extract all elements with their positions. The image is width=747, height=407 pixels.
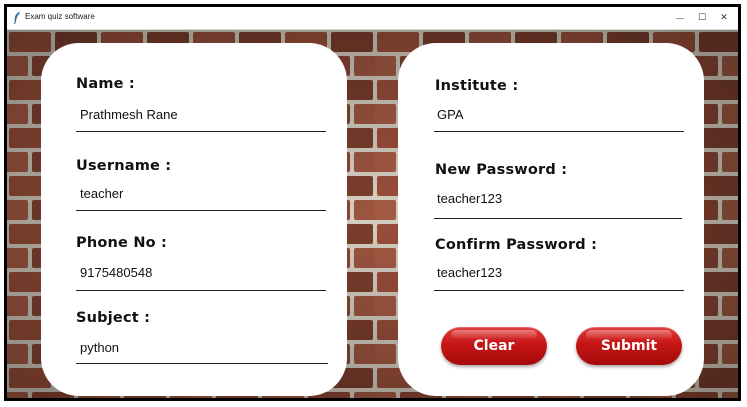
title-bar[interactable]: Exam quiz software — ☐ ✕ bbox=[7, 7, 738, 30]
subject-field[interactable]: python bbox=[80, 340, 119, 355]
name-label: Name : bbox=[76, 76, 135, 92]
new-password-underline bbox=[434, 218, 682, 219]
subject-underline bbox=[76, 363, 328, 364]
confirm-password-field[interactable]: teacher123 bbox=[437, 265, 502, 280]
submit-button-label: Submit bbox=[600, 338, 658, 354]
clear-button[interactable]: Clear bbox=[441, 327, 547, 365]
window-title: Exam quiz software bbox=[25, 12, 95, 21]
phone-field[interactable]: 9175480548 bbox=[80, 265, 152, 280]
minimize-button[interactable]: — bbox=[669, 9, 691, 27]
confirm-password-underline bbox=[434, 290, 684, 291]
phone-underline bbox=[76, 290, 326, 291]
confirm-password-label: Confirm Password : bbox=[435, 237, 598, 253]
institute-field[interactable]: GPA bbox=[437, 107, 464, 122]
close-icon: ✕ bbox=[720, 13, 728, 23]
minimize-icon: — bbox=[676, 13, 684, 23]
username-underline bbox=[76, 210, 326, 211]
account-details-card: Institute : GPA New Password : teacher12… bbox=[398, 43, 704, 396]
institute-underline bbox=[434, 131, 684, 132]
app-window: Exam quiz software — ☐ ✕ Name: Prathmes… bbox=[7, 7, 738, 398]
clear-button-label: Clear bbox=[473, 338, 515, 354]
maximize-icon: ☐ bbox=[697, 13, 707, 23]
institute-label: Institute : bbox=[435, 78, 519, 94]
feather-icon bbox=[13, 12, 20, 24]
new-password-field[interactable]: teacher123 bbox=[437, 191, 502, 206]
username-field[interactable]: teacher bbox=[80, 186, 123, 201]
name-underline bbox=[76, 131, 326, 132]
phone-label: Phone No : bbox=[76, 235, 168, 251]
brick-wall-background: Name : Prathmesh Rane Username : teacher… bbox=[7, 30, 738, 398]
new-password-label: New Password : bbox=[435, 162, 568, 178]
username-label: Username : bbox=[76, 158, 172, 174]
maximize-button[interactable]: ☐ bbox=[691, 9, 713, 27]
window-frame: Exam quiz software — ☐ ✕ Name: Prathmes… bbox=[4, 4, 741, 401]
submit-button[interactable]: Submit bbox=[576, 327, 682, 365]
close-button[interactable]: ✕ bbox=[713, 9, 735, 27]
user-details-card: Name : Prathmesh Rane Username : teacher… bbox=[41, 43, 347, 396]
name-field[interactable]: Prathmesh Rane bbox=[80, 107, 178, 122]
subject-label: Subject : bbox=[76, 310, 151, 326]
